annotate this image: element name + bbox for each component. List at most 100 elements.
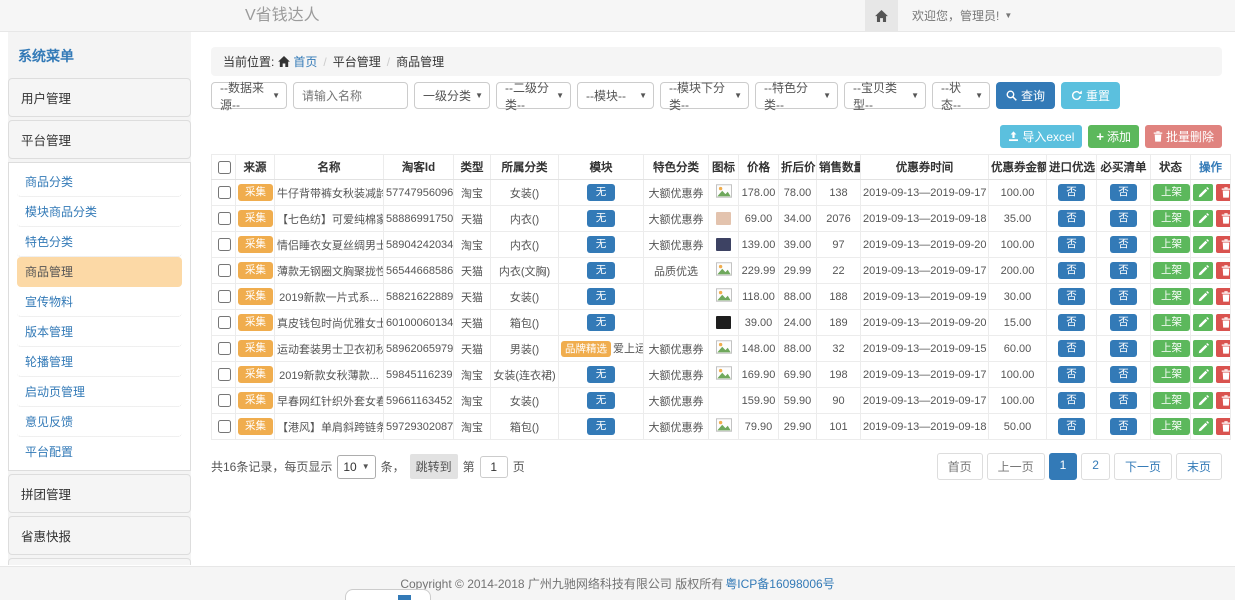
row-checkbox[interactable] (218, 342, 231, 355)
filter-select[interactable]: --宝贝类型--▼ (844, 82, 926, 109)
user-menu[interactable]: 欢迎您，管理员! ▼ (912, 7, 1012, 24)
edit-button[interactable] (1193, 366, 1213, 383)
sidebar-subitem[interactable]: 宣传物料 (17, 287, 182, 317)
select-all-checkbox[interactable] (218, 161, 231, 174)
filter-select[interactable]: --状态--▼ (932, 82, 990, 109)
edit-button[interactable] (1193, 314, 1213, 331)
status-button[interactable]: 上架 (1153, 210, 1190, 227)
must-buy-toggle[interactable]: 否 (1110, 366, 1137, 383)
edit-button[interactable] (1193, 262, 1213, 279)
edit-button[interactable] (1193, 392, 1213, 409)
row-checkbox[interactable] (218, 264, 231, 277)
row-checkbox[interactable] (218, 316, 231, 329)
edit-button[interactable] (1193, 288, 1213, 305)
page-button[interactable]: 末页 (1176, 453, 1222, 480)
edit-button[interactable] (1193, 236, 1213, 253)
row-checkbox[interactable] (218, 290, 231, 303)
must-buy-toggle[interactable]: 否 (1110, 314, 1137, 331)
must-buy-toggle[interactable]: 否 (1110, 340, 1137, 357)
sidebar-subitem[interactable]: 特色分类 (17, 227, 182, 257)
must-buy-toggle[interactable]: 否 (1110, 210, 1137, 227)
page-button[interactable]: 下一页 (1114, 453, 1172, 480)
status-button[interactable]: 上架 (1153, 262, 1190, 279)
sidebar-subitem[interactable]: 意见反馈 (17, 407, 182, 437)
sidebar-panel-item[interactable]: 省惠快报 (8, 516, 191, 555)
batch-delete-button[interactable]: 批量删除 (1145, 125, 1222, 148)
row-checkbox[interactable] (218, 394, 231, 407)
filter-select[interactable]: --模块--▼ (577, 82, 654, 109)
delete-button[interactable] (1216, 288, 1231, 305)
import-excel-button[interactable]: 导入excel (1000, 125, 1082, 148)
status-button[interactable]: 上架 (1153, 184, 1190, 201)
edit-button[interactable] (1193, 184, 1213, 201)
import-select-toggle[interactable]: 否 (1058, 210, 1085, 227)
delete-button[interactable] (1216, 184, 1231, 201)
import-select-toggle[interactable]: 否 (1058, 288, 1085, 305)
sidebar-panel-item[interactable]: 平台管理 (8, 120, 191, 159)
must-buy-toggle[interactable]: 否 (1110, 418, 1137, 435)
status-button[interactable]: 上架 (1153, 392, 1190, 409)
import-select-toggle[interactable]: 否 (1058, 236, 1085, 253)
delete-button[interactable] (1216, 210, 1231, 227)
edit-button[interactable] (1193, 418, 1213, 435)
delete-button[interactable] (1216, 340, 1231, 357)
must-buy-toggle[interactable]: 否 (1110, 392, 1137, 409)
must-buy-toggle[interactable]: 否 (1110, 236, 1137, 253)
sidebar-subitem[interactable]: 轮播管理 (17, 347, 182, 377)
import-select-toggle[interactable]: 否 (1058, 262, 1085, 279)
edit-button[interactable] (1193, 210, 1213, 227)
sidebar-subitem[interactable]: 商品分类 (17, 167, 182, 197)
status-button[interactable]: 上架 (1153, 288, 1190, 305)
status-button[interactable]: 上架 (1153, 340, 1190, 357)
sidebar-panel-item[interactable]: 消息管理 (8, 558, 191, 565)
page-button[interactable]: 上一页 (987, 453, 1045, 480)
delete-button[interactable] (1216, 392, 1231, 409)
sidebar-subitem[interactable]: 模块商品分类 (17, 197, 182, 227)
delete-button[interactable] (1216, 262, 1231, 279)
search-button[interactable]: 查询 (996, 82, 1055, 109)
delete-button[interactable] (1216, 236, 1231, 253)
filter-select[interactable]: 一级分类▼ (414, 82, 490, 109)
sidebar-panel-item[interactable]: 拼团管理 (8, 474, 191, 513)
import-select-toggle[interactable]: 否 (1058, 184, 1085, 201)
home-button[interactable] (865, 0, 898, 31)
sidebar-panel-item[interactable]: 用户管理 (8, 78, 191, 117)
page-number-input[interactable] (480, 456, 508, 478)
per-page-select[interactable]: 10 ▼ (337, 455, 375, 479)
import-select-toggle[interactable]: 否 (1058, 314, 1085, 331)
row-checkbox[interactable] (218, 368, 231, 381)
sidebar-subitem[interactable]: 商品管理 (17, 257, 182, 287)
row-checkbox[interactable] (218, 186, 231, 199)
import-select-toggle[interactable]: 否 (1058, 418, 1085, 435)
page-button[interactable]: 1 (1049, 453, 1078, 480)
import-select-toggle[interactable]: 否 (1058, 392, 1085, 409)
jump-button[interactable]: 跳转到 (410, 454, 458, 479)
row-checkbox[interactable] (218, 238, 231, 251)
status-button[interactable]: 上架 (1153, 418, 1190, 435)
must-buy-toggle[interactable]: 否 (1110, 184, 1137, 201)
delete-button[interactable] (1216, 366, 1231, 383)
reset-button[interactable]: 重置 (1061, 82, 1120, 109)
filter-select[interactable]: --二级分类--▼ (496, 82, 571, 109)
page-button[interactable]: 首页 (937, 453, 983, 480)
edit-button[interactable] (1193, 340, 1213, 357)
status-button[interactable]: 上架 (1153, 314, 1190, 331)
must-buy-toggle[interactable]: 否 (1110, 288, 1137, 305)
status-button[interactable]: 上架 (1153, 366, 1190, 383)
delete-button[interactable] (1216, 314, 1231, 331)
icp-link[interactable]: 粤ICP备16098006号 (725, 575, 834, 592)
status-button[interactable]: 上架 (1153, 236, 1190, 253)
filter-select[interactable]: --模块下分类--▼ (660, 82, 749, 109)
row-checkbox[interactable] (218, 420, 231, 433)
must-buy-toggle[interactable]: 否 (1110, 262, 1137, 279)
add-button[interactable]: + 添加 (1088, 125, 1139, 148)
sidebar-subitem[interactable]: 平台配置 (17, 437, 182, 466)
sidebar-subitem[interactable]: 版本管理 (17, 317, 182, 347)
sidebar-subitem[interactable]: 启动页管理 (17, 377, 182, 407)
row-checkbox[interactable] (218, 212, 231, 225)
delete-button[interactable] (1216, 418, 1231, 435)
filter-select[interactable]: --特色分类--▼ (755, 82, 838, 109)
breadcrumb-home-link[interactable]: 首页 (278, 53, 317, 70)
import-select-toggle[interactable]: 否 (1058, 340, 1085, 357)
name-search-input[interactable] (293, 82, 408, 109)
